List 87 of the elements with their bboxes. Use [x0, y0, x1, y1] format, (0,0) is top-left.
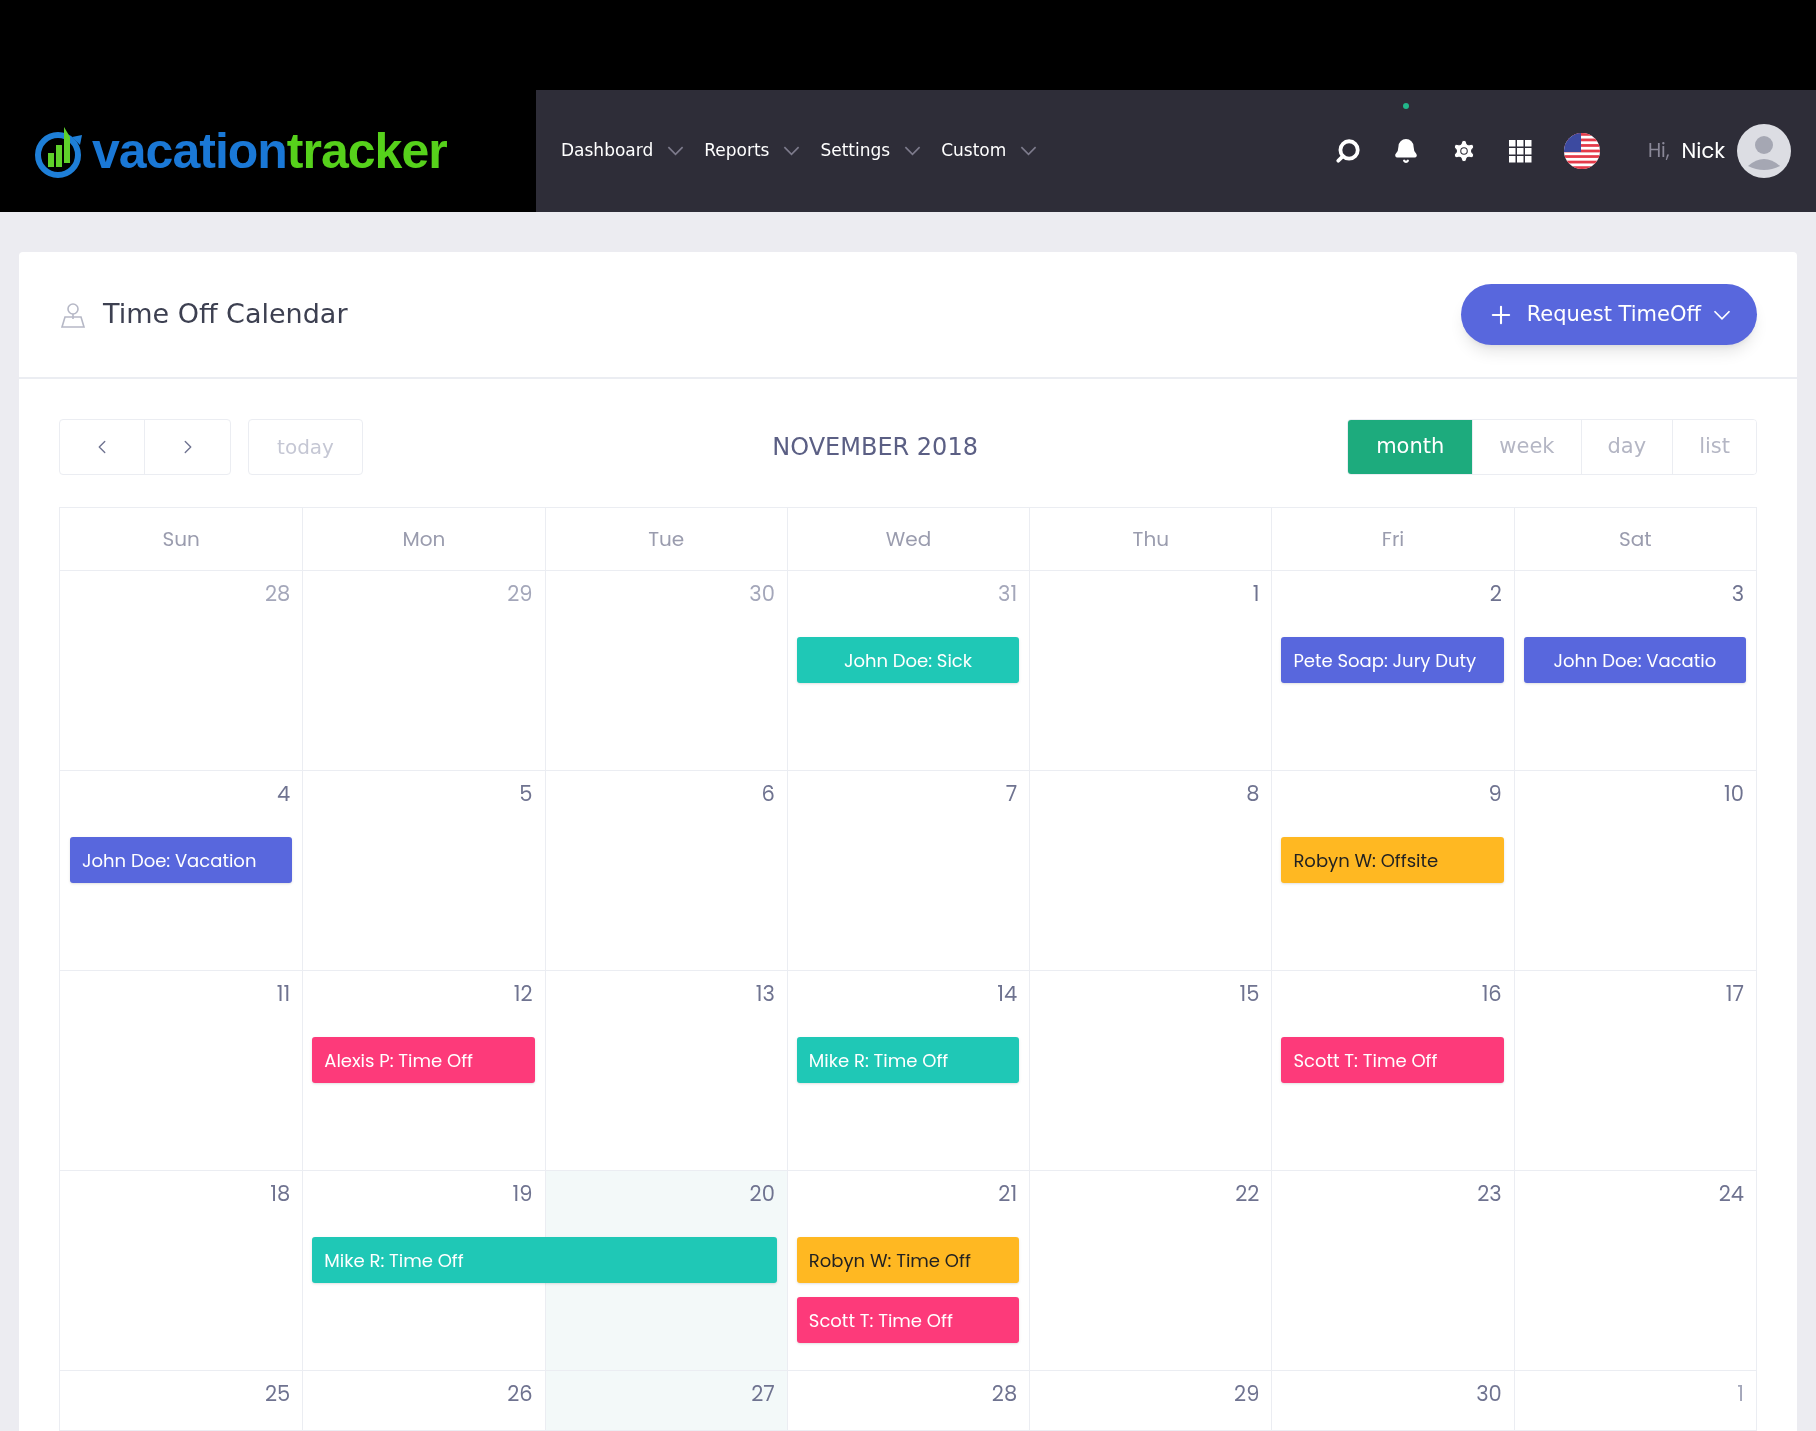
day-number: 16	[1481, 983, 1502, 1004]
day-number: 10	[1724, 783, 1744, 804]
day-number: 29	[507, 583, 533, 604]
event-title: Scott T: Time Off	[808, 1306, 953, 1334]
event-title: Robyn W: Offsite	[1293, 846, 1439, 874]
day-number: 3	[1731, 583, 1744, 604]
calendar-event[interactable]: Mike R: Time Off	[796, 1037, 1020, 1083]
calendar-event[interactable]: John Doe: Vacatio	[1523, 637, 1746, 683]
greeting: Hi,	[1647, 136, 1670, 166]
calendar-event[interactable]: John Doe: Vacation	[70, 837, 293, 883]
view-tab[interactable]: list	[1672, 420, 1756, 474]
day-number: 7	[1005, 783, 1018, 804]
weekday-header: Sun	[161, 524, 201, 555]
calendar-event[interactable]: Mike R: Time Off	[312, 1237, 777, 1283]
flag-icon[interactable]	[1563, 133, 1600, 169]
event-title: Scott T: Time Off	[1293, 1046, 1438, 1074]
day-number: 28	[264, 583, 291, 604]
calendar-event[interactable]: John Doe: Sick	[796, 637, 1020, 683]
apps-grid-icon[interactable]	[1508, 139, 1532, 163]
calendar-event[interactable]: Scott T: Time Off	[1281, 1037, 1504, 1083]
chevron-down-icon	[1020, 146, 1038, 156]
event-title: Alexis P: Time Off	[324, 1046, 473, 1074]
day-number: 18	[270, 1183, 291, 1204]
day-number: 8	[1246, 783, 1260, 804]
day-number: 4	[277, 783, 291, 804]
day-number: 25	[265, 1383, 291, 1404]
bell-icon[interactable]	[1392, 138, 1419, 164]
nav-menu[interactable]: Reports	[704, 138, 801, 164]
day-number: 26	[507, 1383, 533, 1404]
avatar-icon[interactable]	[1737, 124, 1791, 178]
day-number: 20	[749, 1183, 775, 1204]
event-title: Pete Soap: Jury Duty	[1293, 646, 1477, 674]
day-number: 23	[1477, 1183, 1502, 1204]
day-number: 21	[998, 1183, 1018, 1204]
page-title: Time Off Calendar	[103, 297, 348, 332]
calendar-event[interactable]: Pete Soap: Jury Duty	[1281, 637, 1504, 683]
day-number: 30	[749, 583, 775, 604]
search-icon[interactable]	[1334, 138, 1361, 164]
view-tab[interactable]: month	[1348, 420, 1473, 474]
day-number: 2	[1489, 583, 1502, 604]
nav-menu[interactable]: Dashboard	[561, 138, 685, 164]
request-timeoff-button[interactable]: Request TimeOff	[1460, 284, 1757, 345]
day-number: 28	[991, 1383, 1018, 1404]
weekday-header: Thu	[1029, 508, 1272, 570]
weekday-header: Tue	[544, 508, 787, 570]
map-pin-person-icon	[59, 300, 87, 329]
nav-menu[interactable]: Settings	[820, 138, 922, 164]
month-title: NOVEMBER 2018	[771, 432, 978, 463]
day-number: 14	[997, 983, 1018, 1004]
chevron-down-icon	[904, 146, 922, 156]
event-title: John Doe: Vacation	[82, 846, 257, 874]
day-number: 17	[1725, 983, 1744, 1004]
weekday-header: Fri	[1271, 508, 1514, 570]
weekday-header: Mon	[302, 508, 545, 570]
calendar-event[interactable]: Robyn W: Offsite	[1281, 837, 1504, 883]
chevron-down-icon	[1713, 309, 1731, 320]
day-number: 1	[1252, 583, 1260, 604]
day-number: 6	[761, 783, 775, 804]
chevron-down-icon	[667, 146, 685, 156]
day-number: 22	[1235, 1183, 1260, 1204]
day-number: 27	[751, 1383, 775, 1404]
event-title: Mike R: Time Off	[808, 1046, 949, 1074]
day-number: 1	[1737, 1383, 1744, 1404]
day-number: 12	[513, 983, 533, 1004]
calendar-event[interactable]: Robyn W: Time Off	[796, 1237, 1020, 1283]
event-title: Robyn W: Time Off	[808, 1246, 971, 1274]
day-number: 19	[512, 1183, 533, 1204]
calendar-event[interactable]: Alexis P: Time Off	[312, 1037, 535, 1083]
day-number: 24	[1718, 1183, 1744, 1204]
day-number: 9	[1488, 783, 1502, 804]
logo-text: vacationtracker	[92, 126, 447, 176]
weekday-header: Sat	[1513, 508, 1756, 570]
chevron-down-icon	[783, 146, 801, 156]
day-number: 29	[1234, 1383, 1260, 1404]
calendar-event[interactable]: Scott T: Time Off	[796, 1297, 1020, 1343]
day-number: 31	[998, 583, 1018, 604]
day-number: 30	[1476, 1383, 1502, 1404]
event-title: John Doe: Vacatio	[1553, 646, 1717, 674]
day-number: 15	[1239, 983, 1260, 1004]
day-number: 5	[519, 783, 533, 804]
event-title: John Doe: Sick	[843, 646, 973, 674]
day-number: 11	[276, 983, 291, 1004]
nav-menu[interactable]: Custom	[941, 138, 1038, 164]
weekday-header: Wed	[786, 508, 1030, 570]
user-name: Nick	[1681, 135, 1725, 167]
day-number: 13	[755, 983, 775, 1004]
event-title: Mike R: Time Off	[324, 1246, 464, 1274]
